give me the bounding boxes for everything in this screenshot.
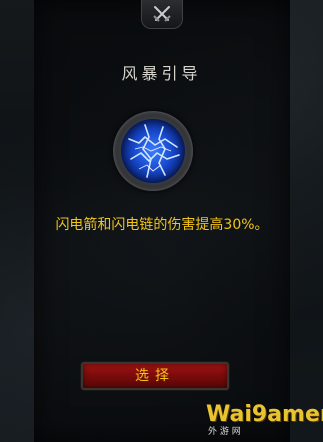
watermark-logo: Wai9amer 外 游 网 bbox=[206, 402, 323, 437]
crossed-swords-icon bbox=[153, 6, 171, 22]
talent-description: 闪电箭和闪电链的伤害提高30%。 bbox=[55, 217, 269, 233]
top-emblem bbox=[141, 0, 183, 29]
select-button[interactable]: 选择 bbox=[81, 362, 229, 390]
watermark-subtext: 外 游 网 bbox=[208, 427, 241, 437]
talent-title: 风暴引导 bbox=[121, 64, 202, 83]
lightning-storm-icon bbox=[121, 119, 185, 183]
